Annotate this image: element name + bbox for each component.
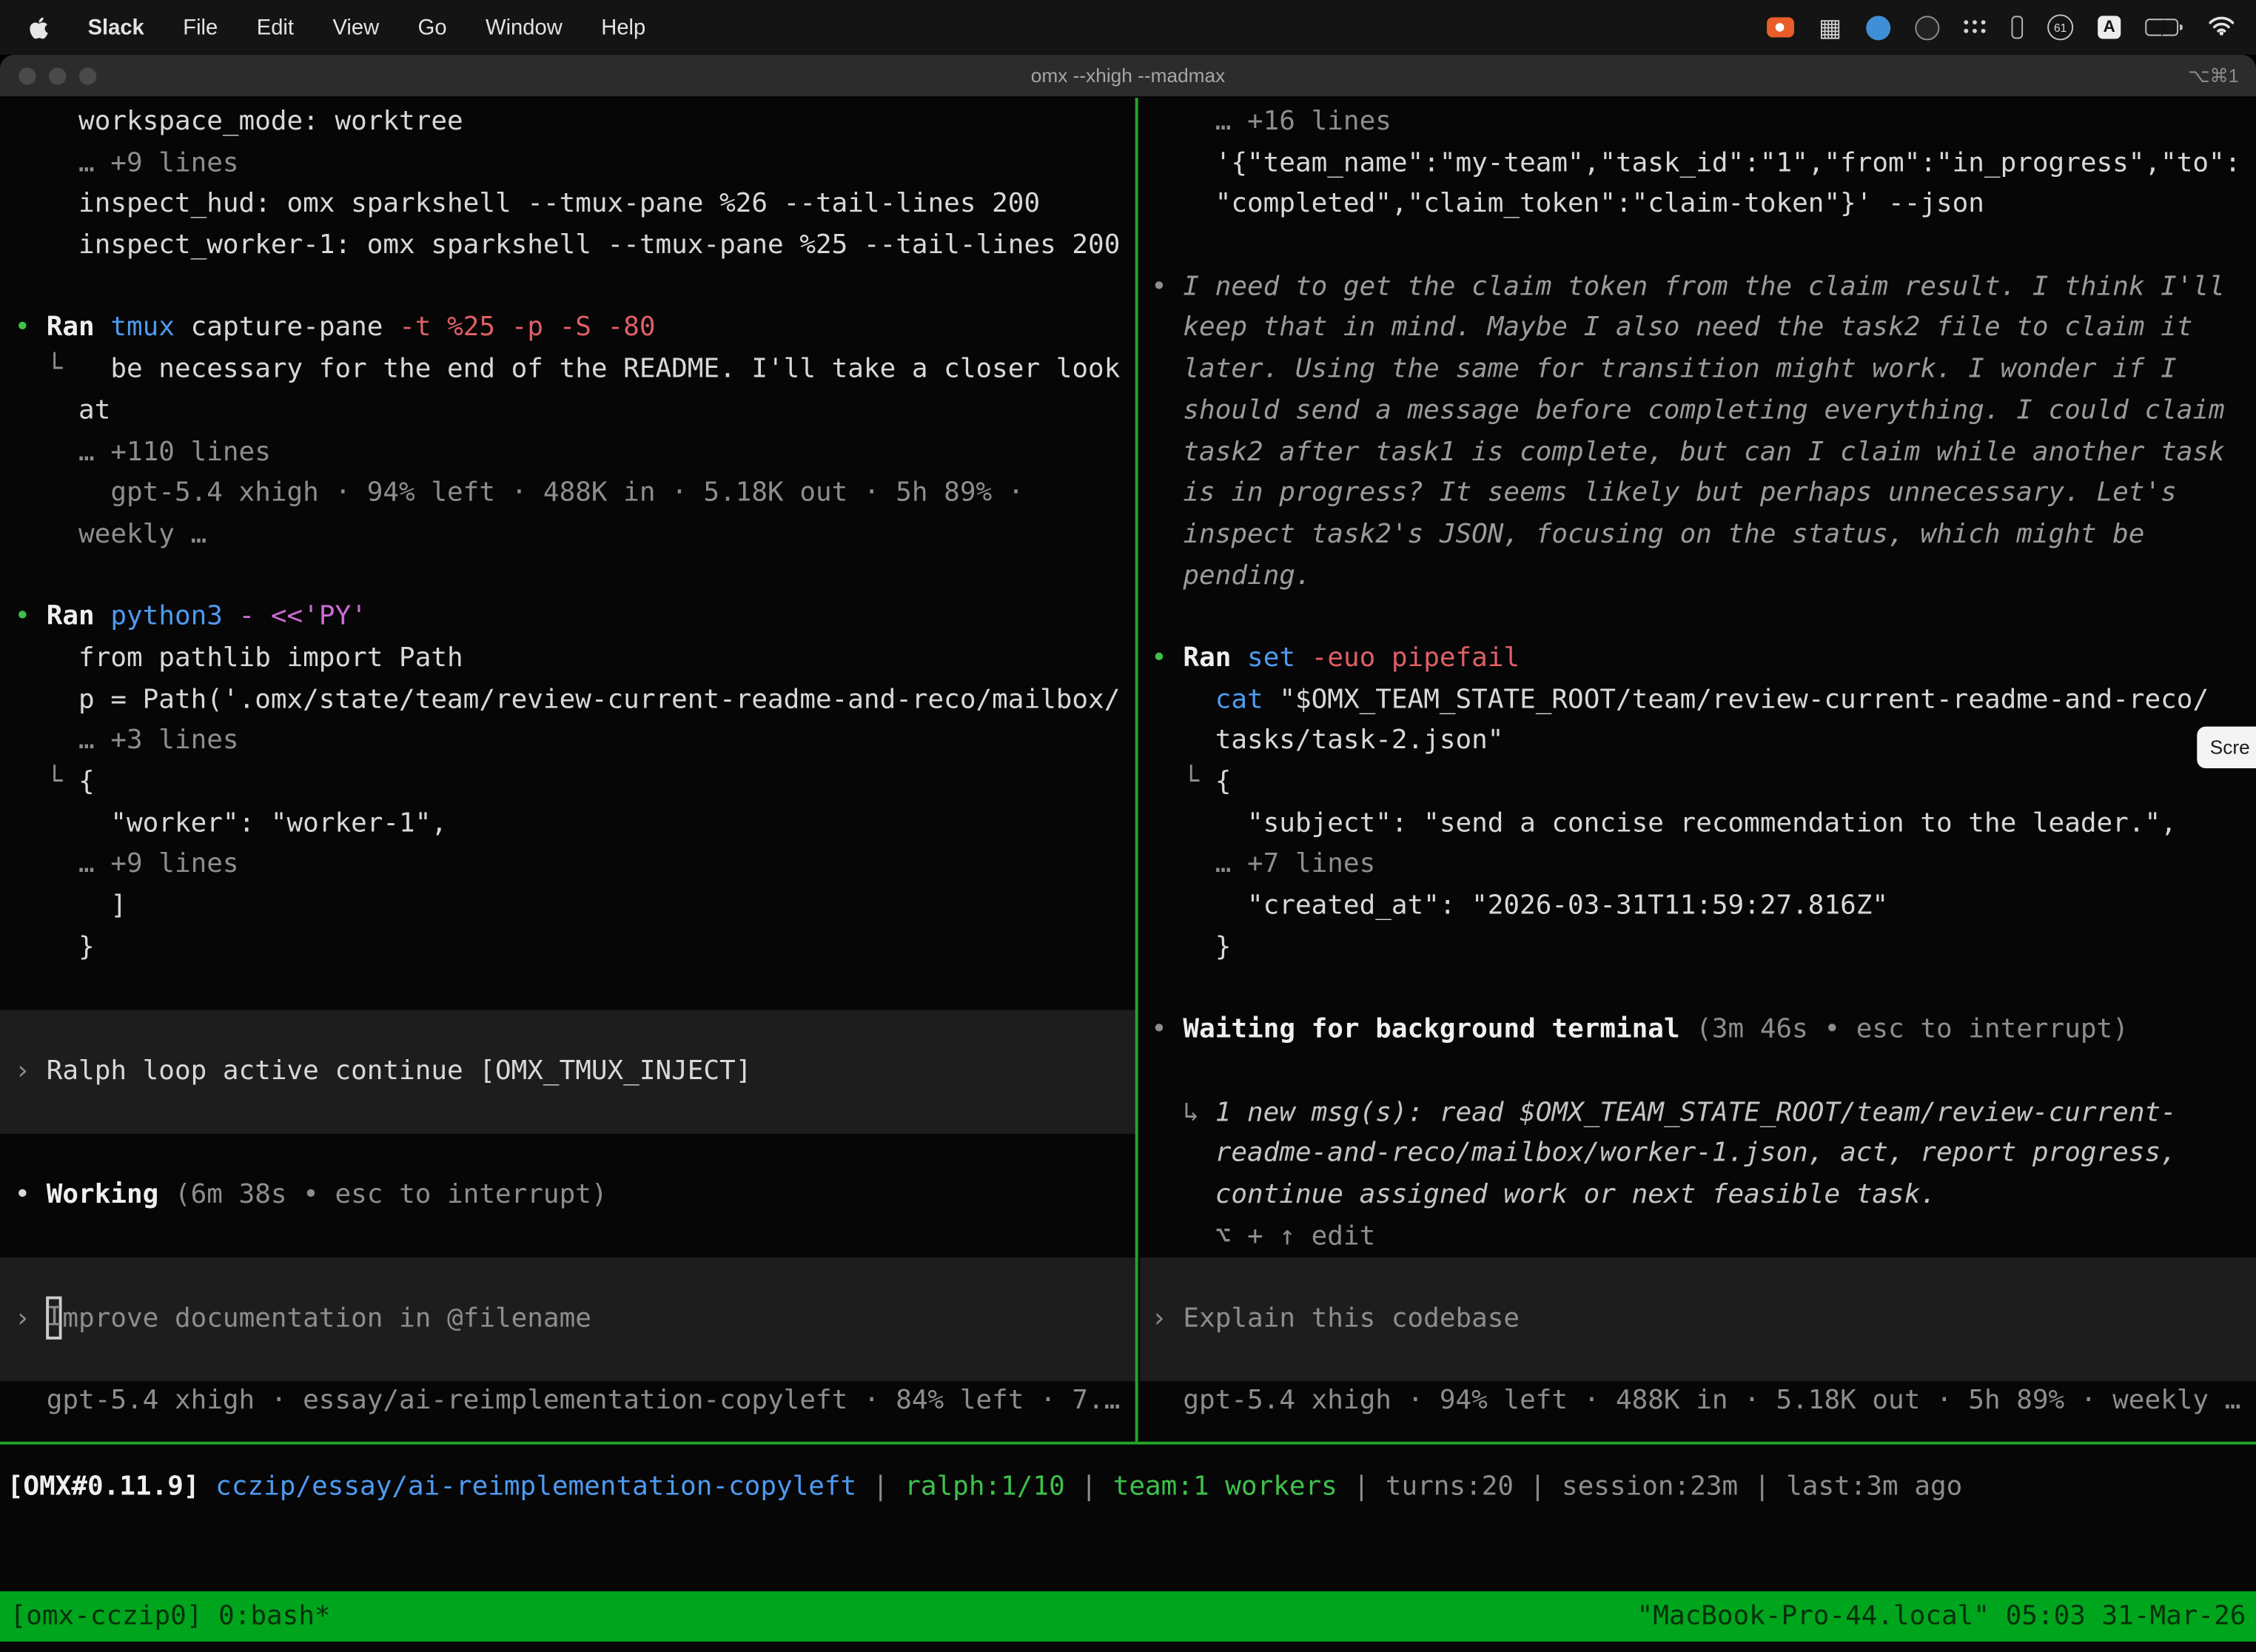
terminal-line: └ { bbox=[0, 762, 1137, 804]
terminal-line: • Ran tmux capture-pane -t %25 -p -S -80 bbox=[0, 309, 1137, 350]
terminal-line: } bbox=[0, 927, 1137, 969]
terminal-line: workspace_mode: worktree bbox=[0, 102, 1137, 144]
terminal-line: ] bbox=[0, 887, 1137, 928]
terminal-line: ⌥ + ↑ edit bbox=[1140, 1217, 2256, 1258]
terminal-line: ↳ 1 new msg(s): read $OMX_TEAM_STATE_ROO… bbox=[1140, 1092, 2256, 1134]
terminal-line bbox=[0, 969, 1137, 1010]
window-titlebar[interactable]: omx --xhigh --madmax ⌥⌘1 bbox=[0, 55, 2256, 98]
menu-bar: Slack File Edit View Go Window Help ▦ 61… bbox=[0, 0, 2256, 55]
terminal-line: from pathlib import Path bbox=[0, 639, 1137, 680]
terminal-line: • Ran set -euo pipefail bbox=[1140, 639, 2256, 680]
terminal-line: inspect task2's JSON, focusing on the st… bbox=[1140, 515, 2256, 557]
battery-gauge-icon[interactable]: 61 bbox=[2047, 14, 2073, 40]
terminal-line: … +110 lines bbox=[0, 432, 1137, 474]
terminal-line bbox=[0, 556, 1137, 597]
terminal-content: workspace_mode: worktree … +9 lines insp… bbox=[0, 98, 2256, 1651]
terminal-line: task2 after task1 is complete, but can I… bbox=[1140, 432, 2256, 474]
terminal-line bbox=[1140, 226, 2256, 267]
terminal-line bbox=[0, 267, 1137, 309]
omx-status-pane: [OMX#0.11.9] cczip/essay/ai-reimplementa… bbox=[0, 1445, 2256, 1591]
terminal-line: cat "$OMX_TEAM_STATE_ROOT/team/review-cu… bbox=[1140, 680, 2256, 722]
terminal-line: inspect_worker-1: omx sparkshell --tmux-… bbox=[0, 226, 1137, 267]
terminal-line: … +16 lines bbox=[1140, 102, 2256, 144]
terminal-line: └ { bbox=[1140, 762, 2256, 804]
input-source-icon[interactable]: A bbox=[2098, 16, 2121, 38]
screenshot-tooltip: Scre bbox=[2197, 727, 2256, 768]
menu-edit[interactable]: Edit bbox=[257, 15, 294, 39]
terminal-line: '{"team_name":"my-team","task_id":"1","f… bbox=[1140, 144, 2256, 185]
terminal-line: • I need to get the claim token from the… bbox=[1140, 267, 2256, 309]
terminal-line: … +7 lines bbox=[1140, 845, 2256, 887]
tmux-host-time-label: "MacBook-Pro-44.local" 05:03 31-Mar-26 bbox=[1637, 1602, 2246, 1632]
menu-bar-left: Slack File Edit View Go Window Help bbox=[29, 15, 645, 39]
terminal-line: weekly … bbox=[0, 515, 1137, 557]
screen: Slack File Edit View Go Window Help ▦ 61… bbox=[0, 0, 2256, 1652]
terminal-line: • Waiting for background terminal (3m 46… bbox=[1140, 1010, 2256, 1052]
tmux-pane-right[interactable]: … +16 lines '{"team_name":"my-team","tas… bbox=[1140, 98, 2256, 1442]
terminal-line: p = Path('.omx/state/team/review-current… bbox=[0, 680, 1137, 722]
terminal-line: should send a message before completing … bbox=[1140, 391, 2256, 432]
terminal-line: tasks/task-2.json" bbox=[1140, 721, 2256, 762]
terminal-line: • Ran python3 - <<'PY' bbox=[0, 597, 1137, 639]
terminal-line: is in progress? It seems likely but perh… bbox=[1140, 474, 2256, 515]
terminal-line: … +9 lines bbox=[0, 845, 1137, 887]
terminal-line: continue assigned work or next feasible … bbox=[1140, 1175, 2256, 1217]
prompt-input-left[interactable]: › Improve documentation in @filename bbox=[0, 1258, 1137, 1381]
screen-recording-indicator-icon[interactable] bbox=[1767, 17, 1794, 37]
terminal-line: gpt-5.4 xhigh · essay/ai-reimplementatio… bbox=[0, 1382, 1137, 1423]
terminal-line: later. Using the same for transition mig… bbox=[1140, 350, 2256, 392]
tmux-vertical-divider bbox=[1135, 98, 1138, 1442]
terminal-window: omx --xhigh --madmax ⌥⌘1 workspace_mode:… bbox=[0, 55, 2256, 1652]
dots-grid-icon[interactable] bbox=[1964, 20, 1987, 34]
terminal-line: at bbox=[0, 391, 1137, 432]
terminal-line bbox=[0, 1217, 1137, 1258]
terminal-line bbox=[0, 1134, 1137, 1175]
terminal-line: pending. bbox=[1140, 556, 2256, 597]
terminal-line: … +9 lines bbox=[0, 144, 1137, 185]
window-manager-icon[interactable]: ▦ bbox=[1819, 15, 1842, 39]
terminal-line: "completed","claim_token":"claim-token"}… bbox=[1140, 185, 2256, 226]
terminal-line: gpt-5.4 xhigh · 94% left · 488K in · 5.1… bbox=[0, 474, 1137, 515]
tmux-session-window-label: [omx-cczip0] 0:bash* bbox=[10, 1602, 331, 1632]
terminal-line: keep that in mind. Maybe I also need the… bbox=[1140, 309, 2256, 350]
menu-file[interactable]: File bbox=[183, 15, 218, 39]
terminal-line: "subject": "send a concise recommendatio… bbox=[1140, 804, 2256, 845]
menu-help[interactable]: Help bbox=[601, 15, 645, 39]
tmux-status-bar: [omx-cczip0] 0:bash* "MacBook-Pro-44.loc… bbox=[0, 1591, 2256, 1642]
slim-app-icon[interactable] bbox=[2012, 16, 2024, 38]
apple-menu-icon[interactable] bbox=[29, 15, 49, 39]
terminal-line: • Working (6m 38s • esc to interrupt) bbox=[0, 1175, 1137, 1217]
window-title: omx --xhigh --madmax bbox=[0, 55, 2256, 98]
menu-bar-status-icons: ▦ 61 A bbox=[1767, 13, 2236, 41]
terminal-line: readme-and-reco/mailbox/worker-1.json, a… bbox=[1140, 1134, 2256, 1175]
terminal-line: … +3 lines bbox=[0, 721, 1137, 762]
wifi-icon[interactable] bbox=[2207, 13, 2236, 41]
menu-go[interactable]: Go bbox=[418, 15, 447, 39]
terminal-line: inspect_hud: omx sparkshell --tmux-pane … bbox=[0, 185, 1137, 226]
blue-app-icon[interactable] bbox=[1866, 15, 1890, 39]
menu-window[interactable]: Window bbox=[486, 15, 563, 39]
terminal-line: gpt-5.4 xhigh · 94% left · 488K in · 5.1… bbox=[1140, 1382, 2256, 1423]
terminal-line bbox=[1140, 1052, 2256, 1093]
dark-circle-app-icon[interactable] bbox=[1915, 15, 1939, 39]
terminal-line: "created_at": "2026-03-31T11:59:27.816Z" bbox=[1140, 887, 2256, 928]
window-shortcut-hint: ⌥⌘1 bbox=[2188, 55, 2238, 98]
terminal-line: "worker": "worker-1", bbox=[0, 804, 1137, 845]
terminal-line: └ be necessary for the end of the README… bbox=[0, 350, 1137, 392]
prompt-input-right[interactable]: › Explain this codebase bbox=[1140, 1258, 2256, 1381]
battery-icon[interactable] bbox=[2145, 19, 2183, 36]
terminal-line: } bbox=[1140, 927, 2256, 969]
menu-app-name[interactable]: Slack bbox=[88, 15, 144, 39]
tmux-pane-left[interactable]: workspace_mode: worktree … +9 lines insp… bbox=[0, 98, 1137, 1442]
ralph-loop-banner: › Ralph loop active continue [OMX_TMUX_I… bbox=[0, 1010, 1137, 1134]
terminal-line bbox=[1140, 969, 2256, 1010]
menu-view[interactable]: View bbox=[332, 15, 379, 39]
terminal-line bbox=[1140, 597, 2256, 639]
omx-status-line: [OMX#0.11.9] cczip/essay/ai-reimplementa… bbox=[0, 1468, 2256, 1509]
